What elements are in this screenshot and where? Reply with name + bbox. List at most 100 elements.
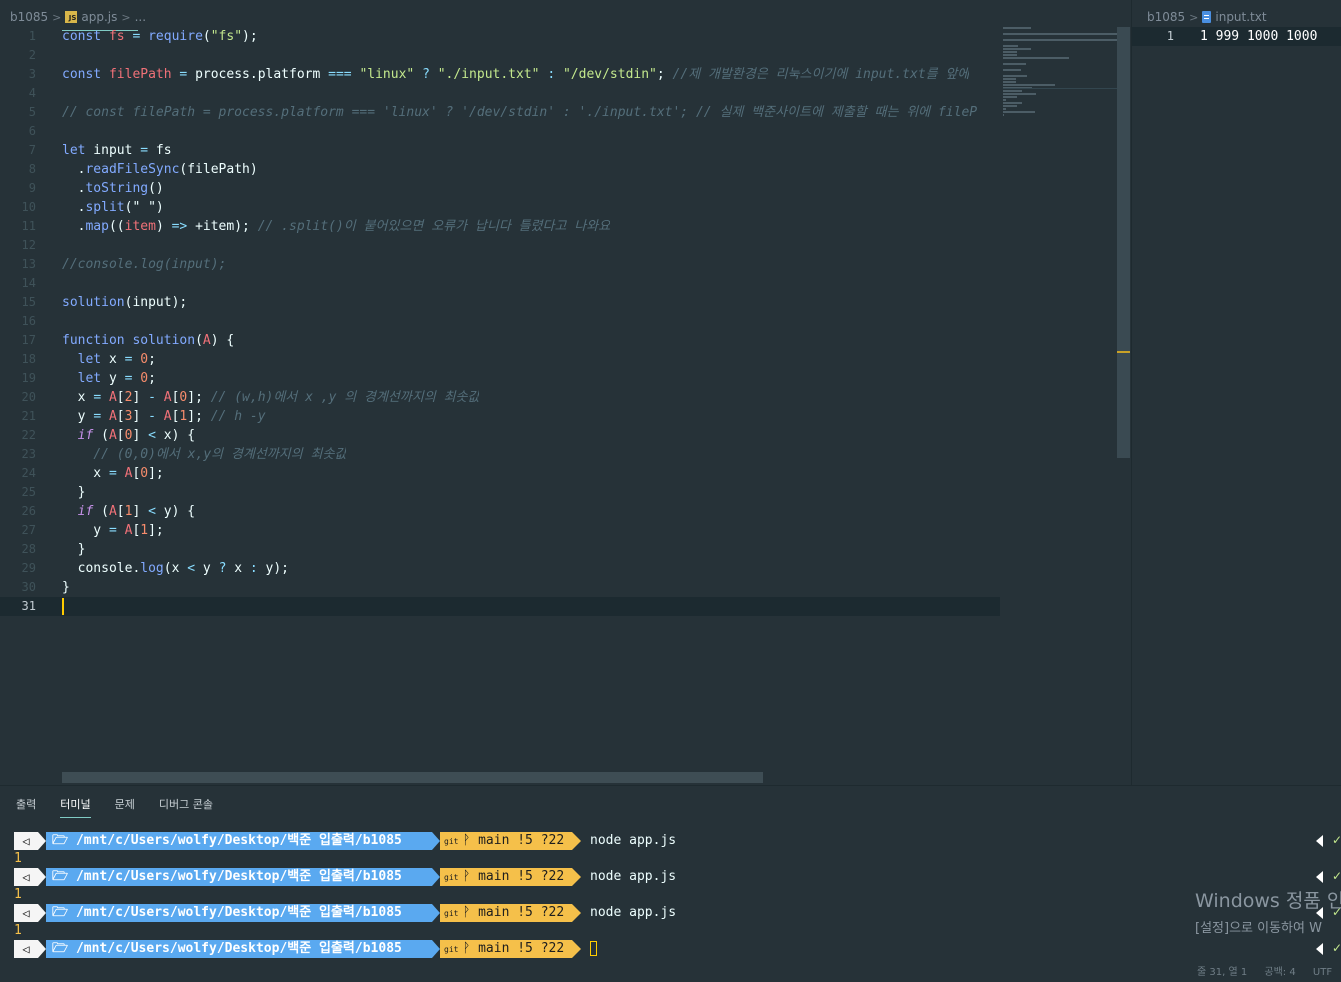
code-line[interactable]: 25 } — [0, 483, 1000, 502]
line-text[interactable]: x = A[2] - A[0]; // (w,h)에서 x ,y 의 경계선까지… — [62, 388, 480, 407]
code-line[interactable]: 10 .split(" ") — [0, 198, 1000, 217]
line-text[interactable]: const filePath = process.platform === "l… — [62, 65, 969, 84]
code-token: = — [93, 390, 102, 405]
code-line[interactable]: 26 if (A[1] < y) { — [0, 502, 1000, 521]
editor-app-js[interactable]: b1085 > JS app.js > ... 1 const fs = requ… — [0, 0, 1131, 785]
line-number: 22 — [21, 428, 36, 442]
line-text[interactable]: x = A[0]; — [62, 464, 163, 483]
code-line[interactable]: 8 .readFileSync(filePath) — [0, 160, 1000, 179]
code-line[interactable]: 24 x = A[0]; — [0, 464, 1000, 483]
line-text[interactable]: .toString() — [62, 179, 164, 198]
code-line[interactable]: 3 const filePath = process.platform === "… — [0, 65, 1000, 84]
code-token: y — [62, 409, 94, 424]
code-line[interactable]: 29 console.log(x < y ? x : y); — [0, 559, 1000, 578]
prompt-git-status: git ᚹ main !5 ?22 — [440, 904, 572, 922]
line-text[interactable]: if (A[1] < y) { — [62, 502, 195, 521]
tab-output[interactable]: 출력 — [16, 796, 36, 818]
git-icon: git — [444, 837, 459, 846]
code-token: log — [140, 561, 164, 576]
indentation[interactable]: 공백: 4 — [1264, 967, 1295, 978]
code-line[interactable]: 17 function solution(A) { — [0, 331, 1000, 350]
line-text[interactable]: 1 999 1000 1000 — [1200, 27, 1317, 46]
breadcrumb-file[interactable]: input.txt — [1215, 10, 1266, 24]
line-text[interactable]: let input = fs — [62, 141, 172, 160]
watermark-subtitle: [설정]으로 이동하여 W — [1195, 921, 1322, 936]
editor-input-txt[interactable]: b1085 > input.txt 1 1 999 1000 1000 — [1131, 0, 1341, 785]
code-line[interactable]: 7 let input = fs — [0, 141, 1000, 160]
tab-problems[interactable]: 문제 — [115, 796, 135, 818]
code-line[interactable]: 23 // (0,0)에서 x,y의 경계선까지의 최솟값 — [0, 445, 1000, 464]
code-line[interactable]: 20 x = A[2] - A[0]; // (w,h)에서 x ,y 의 경계… — [0, 388, 1000, 407]
line-text[interactable]: .split(" ") — [62, 198, 164, 217]
breadcrumb-file[interactable]: app.js — [81, 10, 117, 24]
line-text[interactable]: } — [62, 483, 86, 502]
code-line[interactable]: 1 const fs = require("fs"); — [0, 27, 1000, 46]
line-text[interactable]: y = A[1]; — [62, 521, 163, 540]
code-line[interactable]: 6 — [0, 122, 1000, 141]
code-token: let — [77, 352, 102, 367]
code-line[interactable]: 31 — [0, 597, 1000, 616]
code-token: < — [148, 504, 156, 519]
code-line[interactable]: 1 1 999 1000 1000 — [1132, 27, 1341, 46]
breadcrumb-symbol[interactable]: ... — [135, 10, 146, 24]
cursor-position[interactable]: 줄 31, 열 1 — [1197, 967, 1247, 978]
code-line[interactable]: 11 .map((item) => +item); // .split()이 붙… — [0, 217, 1000, 236]
code-line[interactable]: 16 — [0, 312, 1000, 331]
line-text[interactable]: .map((item) => +item); // .split()이 붙어있으… — [62, 217, 611, 236]
code-line[interactable]: 13 //console.log(input); — [0, 255, 1000, 274]
code-line[interactable]: 2 — [0, 46, 1000, 65]
minimap-line — [1003, 99, 1007, 101]
line-text[interactable]: .readFileSync(filePath) — [62, 160, 258, 179]
code-line[interactable]: 19 let y = 0; — [0, 369, 1000, 388]
code-line[interactable]: 21 y = A[3] - A[1]; // h -y — [0, 407, 1000, 426]
breadcrumb-folder[interactable]: b1085 — [1147, 10, 1185, 24]
triangle-left-icon — [1316, 835, 1323, 847]
code-line[interactable]: 22 if (A[0] < x) { — [0, 426, 1000, 445]
minimap-line — [1003, 54, 1018, 56]
code-line[interactable]: 12 — [0, 236, 1000, 255]
code-line[interactable]: 9 .toString() — [0, 179, 1000, 198]
line-text[interactable]: console.log(x < y ? x : y); — [62, 559, 289, 578]
minimap-line — [1003, 51, 1018, 53]
code-line[interactable]: 15 solution(input); — [0, 293, 1000, 312]
code-line[interactable]: 5 // const filePath = process.platform ==… — [0, 103, 1000, 122]
line-text[interactable]: let x = 0; — [62, 350, 156, 369]
breadcrumb-folder[interactable]: b1085 — [10, 10, 48, 24]
code-line[interactable]: 27 y = A[1]; — [0, 521, 1000, 540]
code-token: y) { — [155, 504, 196, 519]
git-icon: git — [444, 909, 459, 918]
line-text[interactable]: } — [62, 540, 86, 559]
bottom-panel: 출력 터미널 문제 디버그 콘솔 ◁ 🗁 /mnt/c/Users/wolfy/Desk… — [0, 785, 1341, 982]
line-text[interactable]: // (0,0)에서 x,y의 경계선까지의 최솟값 — [62, 445, 346, 464]
line-text[interactable]: let y = 0; — [62, 369, 156, 388]
line-text[interactable]: // const filePath = process.platform ===… — [62, 103, 977, 122]
horizontal-scrollbar[interactable] — [62, 772, 763, 783]
terminal[interactable]: ◁ 🗁 /mnt/c/Users/wolfy/Desktop/백준 입출력/b10… — [14, 831, 714, 959]
line-text[interactable]: //console.log(input); — [62, 255, 226, 274]
tab-terminal[interactable]: 터미널 — [60, 796, 91, 818]
code-line[interactable]: 14 — [0, 274, 1000, 293]
code-token: process.platform — [187, 67, 329, 82]
powerline-separator — [572, 940, 581, 958]
line-text[interactable]: y = A[3] - A[1]; // h -y — [62, 407, 266, 426]
code-token: A — [163, 409, 172, 424]
encoding[interactable]: UTF — [1313, 967, 1332, 978]
code-line[interactable]: 30} — [0, 578, 1000, 597]
tab-debug-console[interactable]: 디버그 콘솔 — [159, 796, 213, 818]
vertical-scrollbar[interactable] — [1117, 27, 1130, 458]
code-line[interactable]: 18 let x = 0; — [0, 350, 1000, 369]
code-token: ( — [195, 333, 203, 348]
line-text[interactable]: function solution(A) { — [62, 331, 234, 350]
code-line[interactable]: 4 — [0, 84, 1000, 103]
line-text[interactable]: if (A[0] < x) { — [62, 426, 195, 445]
minimap[interactable] — [1003, 27, 1118, 116]
code-area[interactable]: 1 const fs = require("fs"); 2 3 const filePa… — [0, 27, 1000, 616]
code-token: 0 — [140, 352, 149, 367]
line-text[interactable]: solution(input); — [62, 293, 187, 312]
code-line[interactable]: 28 } — [0, 540, 1000, 559]
line-text[interactable]: } — [62, 578, 70, 597]
code-token: [ — [116, 428, 125, 443]
line-text[interactable]: const fs = require("fs"); — [62, 27, 258, 46]
